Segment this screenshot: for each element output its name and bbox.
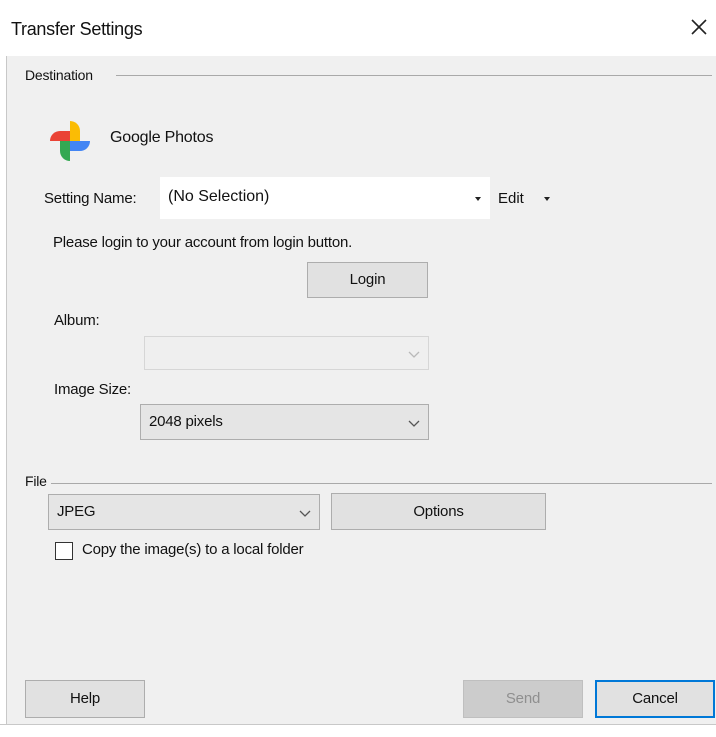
- transfer-settings-dialog: Transfer Settings Destination Google Pho…: [0, 0, 716, 737]
- album-select: [144, 336, 429, 370]
- options-button-label: Options: [413, 503, 464, 520]
- setting-name-combo[interactable]: (No Selection): [160, 177, 490, 219]
- send-button[interactable]: Send: [463, 680, 583, 718]
- options-button[interactable]: Options: [331, 493, 546, 530]
- service-name: Google Photos: [110, 129, 214, 146]
- login-button[interactable]: Login: [307, 262, 428, 298]
- setting-name-dropdown-arrow-icon[interactable]: [475, 197, 481, 201]
- file-format-select[interactable]: JPEG: [48, 494, 320, 530]
- copy-to-local-folder-checkbox[interactable]: [55, 542, 73, 560]
- chevron-down-icon: [408, 351, 420, 358]
- chevron-down-icon: [408, 420, 420, 427]
- help-button[interactable]: Help: [25, 680, 145, 718]
- title-bar[interactable]: Transfer Settings: [0, 0, 716, 56]
- edit-menu-arrow-icon[interactable]: [544, 197, 550, 201]
- dialog-bottom-border: [0, 724, 716, 725]
- chevron-down-icon: [299, 510, 311, 517]
- album-label: Album:: [54, 312, 100, 329]
- image-size-value: 2048 pixels: [149, 413, 223, 430]
- setting-name-value: (No Selection): [168, 188, 270, 205]
- file-group-line: [40, 483, 712, 484]
- close-icon[interactable]: [686, 14, 712, 40]
- image-size-select[interactable]: 2048 pixels: [140, 404, 429, 440]
- copy-to-local-folder-label[interactable]: Copy the image(s) to a local folder: [82, 541, 304, 558]
- help-button-label: Help: [69, 690, 101, 707]
- image-size-label: Image Size:: [54, 381, 132, 398]
- destination-group-label: Destination: [25, 67, 97, 83]
- file-group-label: File: [25, 473, 51, 489]
- google-photos-pinwheel-icon: [50, 121, 90, 161]
- edit-menu-label[interactable]: Edit: [498, 190, 524, 207]
- login-prompt: Please login to your account from login …: [53, 234, 353, 251]
- login-button-label: Login: [349, 271, 386, 288]
- cancel-button[interactable]: Cancel: [595, 680, 715, 718]
- send-button-label: Send: [505, 690, 541, 707]
- window-title: Transfer Settings: [11, 19, 143, 39]
- destination-group-line: [116, 75, 712, 76]
- setting-name-label: Setting Name:: [44, 190, 137, 207]
- file-format-value: JPEG: [57, 503, 96, 520]
- cancel-button-label: Cancel: [632, 690, 678, 707]
